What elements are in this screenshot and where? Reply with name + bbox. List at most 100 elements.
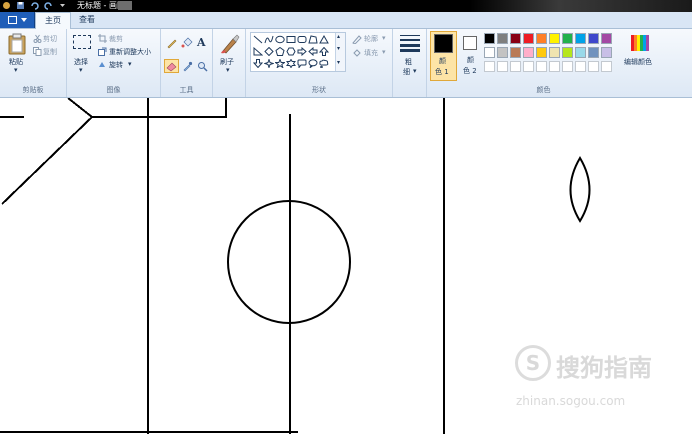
palette-swatch[interactable] <box>536 47 547 58</box>
custom-color-slot[interactable] <box>575 61 586 72</box>
redo-icon[interactable] <box>44 1 53 10</box>
eraser-tool-selected[interactable] <box>164 59 179 73</box>
palette-swatch[interactable] <box>562 33 573 44</box>
file-menu-button[interactable] <box>0 12 35 28</box>
tab-view[interactable]: 查看 <box>70 12 104 28</box>
chevron-down-icon[interactable]: ▾ <box>413 67 417 75</box>
fill-bucket-icon[interactable] <box>181 37 193 49</box>
outline-button[interactable]: 轮廓 <box>364 34 378 44</box>
six-point-star-shape-icon[interactable] <box>286 59 296 68</box>
oval-callout-shape-icon[interactable] <box>308 59 318 68</box>
palette-swatch[interactable] <box>523 33 534 44</box>
four-point-star-shape-icon[interactable] <box>264 59 274 68</box>
custom-color-slot[interactable] <box>497 61 508 72</box>
custom-color-slot[interactable] <box>536 61 547 72</box>
custom-color-slot[interactable] <box>562 61 573 72</box>
window-title-icon <box>118 1 132 10</box>
edit-colors-button[interactable]: 编辑颜色 <box>624 57 652 67</box>
palette-swatch[interactable] <box>510 33 521 44</box>
curve-shape-icon[interactable] <box>264 35 274 44</box>
paint-app-icon[interactable] <box>2 1 11 10</box>
tab-home[interactable]: 主页 <box>35 12 71 29</box>
left-arrow-shape-icon[interactable] <box>308 47 318 56</box>
pencil-icon[interactable] <box>166 37 178 49</box>
chevron-down-icon[interactable]: ▾ <box>128 60 132 68</box>
rectangle-shape-icon[interactable] <box>286 35 296 44</box>
diamond-shape-icon[interactable] <box>264 47 274 56</box>
rounded-callout-shape-icon[interactable] <box>297 59 307 68</box>
hexagon-shape-icon[interactable] <box>286 47 296 56</box>
outline-icon <box>352 35 362 44</box>
custom-color-slot[interactable] <box>484 61 495 72</box>
palette-swatch[interactable] <box>523 47 534 58</box>
line-shape-icon[interactable] <box>253 35 263 44</box>
chevron-down-icon[interactable]: ▾ <box>79 66 83 74</box>
right-arrow-shape-icon[interactable] <box>297 47 307 56</box>
palette-swatch[interactable] <box>484 33 495 44</box>
colors-group-label: 颜色 <box>536 86 551 94</box>
scroll-up-icon[interactable]: ▴ <box>337 33 340 40</box>
palette-swatch[interactable] <box>510 47 521 58</box>
brush-icon[interactable] <box>219 33 241 55</box>
more-shapes-icon[interactable]: ▾ <box>337 59 340 66</box>
palette-swatch[interactable] <box>549 33 560 44</box>
shapes-gallery-scroll[interactable]: ▴ ▾ ▾ <box>335 33 345 71</box>
rotate-button[interactable]: 旋转 <box>109 60 123 70</box>
palette-swatch[interactable] <box>601 33 612 44</box>
palette-swatch[interactable] <box>549 47 560 58</box>
cloud-callout-shape-icon[interactable] <box>319 59 329 68</box>
palette-swatch[interactable] <box>601 47 612 58</box>
palette-swatch[interactable] <box>536 33 547 44</box>
triangle-shape-icon[interactable] <box>319 35 329 44</box>
tools-group: A 工具 <box>161 29 213 97</box>
magnifier-icon[interactable] <box>197 61 208 72</box>
chevron-down-icon[interactable]: ▾ <box>382 48 386 56</box>
oval-shape-icon[interactable] <box>275 35 285 44</box>
palette-swatch[interactable] <box>575 47 586 58</box>
pentagon-shape-icon[interactable] <box>275 47 285 56</box>
palette-swatch[interactable] <box>575 33 586 44</box>
color1-button[interactable]: 颜 色 1 <box>430 31 457 81</box>
select-icon[interactable] <box>73 35 91 49</box>
color2-label: 颜 <box>467 56 474 64</box>
palette-swatch[interactable] <box>562 47 573 58</box>
five-point-star-shape-icon[interactable] <box>275 59 285 68</box>
fill-button[interactable]: 填充 <box>364 48 378 58</box>
copy-button[interactable]: 复制 <box>43 47 57 57</box>
crop-button[interactable]: 裁剪 <box>109 34 123 44</box>
resize-button[interactable]: 重新调整大小 <box>109 47 151 57</box>
custom-color-slot[interactable] <box>588 61 599 72</box>
down-arrow-shape-icon[interactable] <box>253 59 263 68</box>
text-tool-icon[interactable]: A <box>197 36 206 49</box>
custom-color-slot[interactable] <box>510 61 521 72</box>
paste-icon[interactable] <box>7 33 27 55</box>
palette-swatch[interactable] <box>588 33 599 44</box>
custom-color-slot[interactable] <box>601 61 612 72</box>
tools-group-label: 工具 <box>179 86 194 94</box>
color2-button[interactable]: 颜 色 2 <box>459 31 486 81</box>
size-label[interactable]: 粗 <box>405 57 412 67</box>
rounded-rectangle-shape-icon[interactable] <box>297 35 307 44</box>
polygon-shape-icon[interactable] <box>308 35 318 44</box>
palette-swatch[interactable] <box>497 33 508 44</box>
edit-colors-icon[interactable] <box>631 35 649 51</box>
save-icon[interactable] <box>16 1 25 10</box>
palette-swatch[interactable] <box>588 47 599 58</box>
cut-button[interactable]: 剪切 <box>43 34 57 44</box>
line-size-icon[interactable] <box>400 34 420 52</box>
size-label-line2[interactable]: 细 <box>403 67 410 77</box>
palette-swatch[interactable] <box>484 47 495 58</box>
chevron-down-icon[interactable]: ▾ <box>14 66 18 74</box>
right-triangle-shape-icon[interactable] <box>253 47 263 56</box>
chevron-down-icon[interactable]: ▾ <box>382 34 386 42</box>
custom-color-slot[interactable] <box>523 61 534 72</box>
customize-quick-access-icon[interactable] <box>58 1 67 10</box>
palette-swatch[interactable] <box>497 47 508 58</box>
color-picker-icon[interactable] <box>182 61 193 72</box>
drawing-canvas[interactable]: S 搜狗指南 zhinan.sogou.com <box>0 98 692 434</box>
undo-icon[interactable] <box>30 1 39 10</box>
scroll-down-icon[interactable]: ▾ <box>337 45 340 52</box>
chevron-down-icon[interactable]: ▾ <box>226 66 230 74</box>
up-arrow-shape-icon[interactable] <box>319 47 329 56</box>
custom-color-slot[interactable] <box>549 61 560 72</box>
